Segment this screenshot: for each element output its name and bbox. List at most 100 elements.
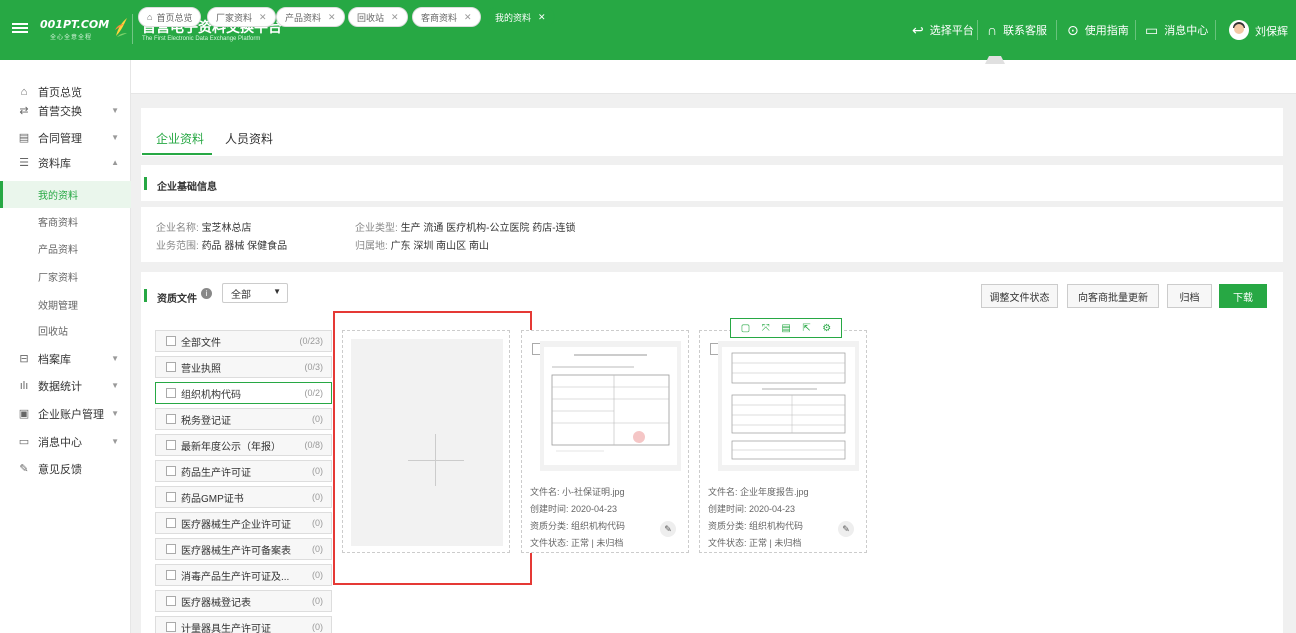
archive-button[interactable]: 归档 <box>1167 284 1212 308</box>
help-icon[interactable]: i <box>201 288 212 299</box>
checkbox[interactable] <box>166 622 176 632</box>
checkbox[interactable] <box>166 414 176 424</box>
sidebar-subitem-recycle-bin[interactable]: 回收站 <box>0 317 131 344</box>
logo-slogan: 全心全意全程 <box>50 35 93 41</box>
message-icon: ▭ <box>18 436 30 448</box>
caret-down-icon: ▼ <box>273 287 281 296</box>
category-all-files[interactable]: 全部文件 (0/23) <box>155 330 332 352</box>
user-name[interactable]: 刘保辉 <box>1255 23 1288 39</box>
checkbox[interactable] <box>166 388 176 398</box>
category-name: 计量器具生产许可证 <box>181 623 271 633</box>
tab-merchant-data[interactable]: 客商资料 ✕ <box>412 7 481 27</box>
close-icon[interactable]: ✕ <box>259 12 267 23</box>
checkbox[interactable] <box>166 544 176 554</box>
tab-home[interactable]: ⌂ 首页总览 <box>138 7 202 27</box>
chevron-down-icon: ▼ <box>111 354 119 363</box>
category-count: (0/2) <box>304 388 323 398</box>
category-tax-registration[interactable]: 税务登记证 (0) <box>155 408 332 430</box>
checkbox[interactable] <box>166 440 176 450</box>
category-device-filing-form[interactable]: 医疗器械生产许可备案表 (0) <box>155 538 332 560</box>
checkbox[interactable] <box>166 570 176 580</box>
user-avatar[interactable] <box>1229 20 1249 40</box>
category-count: (0) <box>312 492 323 502</box>
platform-subtitle: The First Electronic Data Exchange Platf… <box>142 36 261 42</box>
checkbox[interactable] <box>166 466 176 476</box>
file-status: 文件状态: 正常 | 未归档 <box>708 538 802 548</box>
sidebar-item-archive[interactable]: ⊟ 档案库 ▼ <box>0 345 131 372</box>
tab-staff-data[interactable]: 人员资料 <box>225 130 273 147</box>
checkbox[interactable] <box>166 336 176 346</box>
edit-icon[interactable]: ✎ <box>838 521 854 537</box>
stats-icon: ılı <box>19 379 29 392</box>
category-drug-production-license[interactable]: 药品生产许可证 (0) <box>155 460 332 482</box>
sidebar-subitem-merchant-data[interactable]: 客商资料 <box>0 208 131 235</box>
sidebar-subitem-my-data[interactable]: 我的资料 <box>0 181 131 208</box>
adjust-status-button[interactable]: 调整文件状态 <box>981 284 1058 308</box>
save-icon[interactable]: ▤ <box>781 323 790 334</box>
file-category: 资质分类: 组织机构代码 <box>530 521 626 531</box>
user-guide-link[interactable]: ⊙ 使用指南 <box>1067 0 1129 60</box>
tab-my-data[interactable]: 我的资料 ✕ <box>486 7 555 27</box>
tab-manufacturer-data[interactable]: 厂家资料 ✕ <box>207 7 276 27</box>
category-business-license[interactable]: 营业执照 (0/3) <box>155 356 332 378</box>
file-card[interactable]: ✕ 文件名: 小-社保证明.jpg 创建时间: 2020-04-23 资质分类:… <box>521 330 689 553</box>
sidebar-item-contract[interactable]: ▤ 合同管理 ▼ <box>0 124 131 151</box>
close-icon[interactable]: ✕ <box>391 12 399 23</box>
menu-toggle-icon[interactable] <box>12 21 28 37</box>
select-platform-link[interactable]: ↩ 选择平台 <box>912 0 974 60</box>
tab-company-data[interactable]: 企业资料 <box>156 130 204 147</box>
checkbox[interactable] <box>166 596 176 606</box>
edit-icon[interactable]: ✎ <box>660 521 676 537</box>
company-type-label: 企业类型: <box>355 223 398 234</box>
file-thumbnail[interactable] <box>718 341 859 471</box>
section-marker <box>144 289 147 302</box>
chevron-up-icon: ▲ <box>111 158 119 167</box>
sidebar-subitem-expiry-mgmt[interactable]: 效期管理 <box>0 291 131 318</box>
checkbox[interactable] <box>166 492 176 502</box>
file-filter-select[interactable]: 全部 ▼ <box>222 283 288 303</box>
share-icon[interactable]: ⇱ <box>802 323 810 334</box>
basic-info-card: 企业名称: 宝芝林总店 业务范围: 药品 器械 保健食品 企业类型: 生产 流通… <box>141 207 1283 262</box>
checkbox[interactable] <box>166 518 176 528</box>
sidebar-item-label: 数据统计 <box>38 380 82 393</box>
sidebar-item-library[interactable]: ☰ 资料库 ▲ <box>0 149 131 176</box>
category-device-registration[interactable]: 医疗器械登记表 (0) <box>155 590 332 612</box>
sidebar-subitem-product-data[interactable]: 产品资料 <box>0 235 131 262</box>
settings-icon[interactable]: ⚙ <box>822 323 831 334</box>
message-center-link[interactable]: ▭ 消息中心 <box>1145 0 1208 60</box>
contact-service-link[interactable]: ∩ 联系客服 <box>987 0 1047 60</box>
category-annual-report[interactable]: 最新年度公示（年报） (0/8) <box>155 434 332 456</box>
preview-icon[interactable]: ▢ <box>741 323 750 334</box>
file-thumbnail[interactable] <box>540 341 681 471</box>
category-name: 消毒产品生产许可证及... <box>181 571 290 583</box>
tab-product-data[interactable]: 产品资料 ✕ <box>276 7 345 27</box>
nav-divider <box>1135 20 1136 40</box>
category-disinfection-license[interactable]: 消毒产品生产许可证及... (0) <box>155 564 332 586</box>
location-row: 归属地: 广东 深圳 南山区 南山 <box>355 237 489 252</box>
sidebar-item-messages[interactable]: ▭ 消息中心 ▼ <box>0 428 131 455</box>
sidebar-item-feedback[interactable]: ✎ 意见反馈 <box>0 455 131 482</box>
batch-update-button[interactable]: 向客商批量更新 <box>1067 284 1159 308</box>
sidebar-subitem-manufacturer-data[interactable]: 厂家资料 <box>0 263 131 290</box>
close-icon[interactable]: ✕ <box>538 12 546 23</box>
qualification-title: 资质文件 <box>157 294 197 305</box>
file-name: 文件名: 企业年度报告.jpg <box>708 487 809 497</box>
category-device-production-license[interactable]: 医疗器械生产企业许可证 (0) <box>155 512 332 534</box>
category-measuring-license[interactable]: 计量器具生产许可证 (0) <box>155 616 332 633</box>
fullscreen-icon[interactable]: ⤧ <box>762 323 770 334</box>
download-button[interactable]: 下载 <box>1219 284 1267 308</box>
tab-recycle-bin[interactable]: 回收站 ✕ <box>348 7 408 27</box>
sidebar-item-account[interactable]: ▣ 企业账户管理 ▼ <box>0 400 131 427</box>
basic-info-title: 企业基础信息 <box>157 182 217 193</box>
sidebar-item-exchange[interactable]: ⇄ 首营交换 ▼ <box>0 97 131 124</box>
category-count: (0) <box>312 570 323 580</box>
close-icon[interactable]: ✕ <box>464 12 472 23</box>
file-card[interactable]: ✕ 文件名: 企业年度报告.jpg 创建时间: 2020-04-23 资质分类:… <box>699 330 867 553</box>
category-gmp-certificate[interactable]: 药品GMP证书 (0) <box>155 486 332 508</box>
checkbox[interactable] <box>166 362 176 372</box>
sidebar-item-statistics[interactable]: ılı 数据统计 ▼ <box>0 372 131 399</box>
business-scope-value: 药品 器械 保健食品 <box>201 241 288 252</box>
category-org-code[interactable]: 组织机构代码 (0/2) <box>155 382 332 404</box>
close-icon[interactable]: ✕ <box>328 12 336 23</box>
category-count: (0) <box>312 544 323 554</box>
